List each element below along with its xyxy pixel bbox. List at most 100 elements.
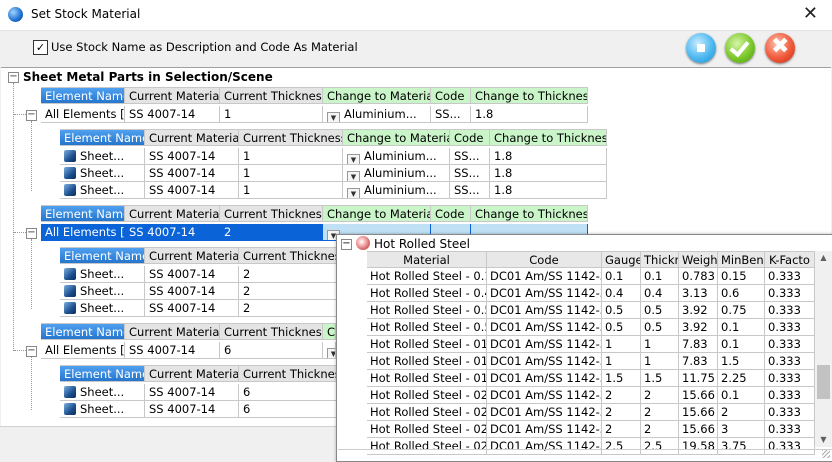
row-min-bend: 0.6: [718, 285, 765, 302]
group-collapse-toggle[interactable]: −: [26, 110, 37, 121]
material-row[interactable]: Hot Rolled Steel - 02 DC01 Am/SS 1142-32 2…: [367, 404, 815, 421]
col-change-to-thickness[interactable]: Change to Thickness: [471, 205, 588, 222]
col-thickness[interactable]: Thickr: [641, 251, 679, 268]
col-current-material[interactable]: Current Material: [145, 247, 239, 264]
child-change-thickness-input[interactable]: 1.8: [490, 165, 607, 182]
material-dropdown-popup[interactable]: − Hot Rolled Steel Material Code Gauge T…: [336, 234, 832, 462]
col-change-to-material[interactable]: Change to Material: [343, 129, 450, 146]
col-change-to-material[interactable]: Change to Material: [323, 205, 431, 222]
reset-button[interactable]: [686, 33, 716, 63]
child-header-row: Element Name Current Material Current Th…: [60, 365, 343, 382]
col-element-name[interactable]: Element Name: [41, 205, 125, 222]
row-k-factor: 0.333: [765, 268, 815, 285]
child-row[interactable]: Sheet... SS 4007-14 1 ▼ Aluminium... SS..…: [60, 165, 607, 182]
row-gauge: 1: [602, 336, 641, 353]
col-k-factor[interactable]: K-Facto: [765, 251, 815, 268]
col-change-to-thickness[interactable]: Change to Thickness: [471, 87, 588, 104]
window-close-button[interactable]: ✕: [803, 3, 818, 24]
col-code[interactable]: Code: [431, 87, 471, 104]
col-current-thickness[interactable]: Current Thickness: [220, 205, 323, 222]
col-current-material[interactable]: Current Material: [125, 323, 220, 340]
group-name: All Elements [3]: [41, 106, 125, 123]
scroll-thumb[interactable]: [817, 365, 830, 399]
material-row[interactable]: Hot Rolled Steel - 02 DC01 Am/SS 1142-32 2…: [367, 387, 815, 404]
col-current-thickness[interactable]: Current Thickness: [239, 129, 343, 146]
group-row[interactable]: All Elements [3] SS 4007-14 1 ▼Aluminium…: [41, 106, 588, 123]
material-row[interactable]: Hot Rolled Steel - 01.5 DC01 Am/SS 1142-3…: [367, 370, 815, 387]
col-current-thickness[interactable]: Current Thickness: [239, 247, 343, 264]
material-row[interactable]: Hot Rolled Steel - 01 DC01 Am/SS 1142-32 1…: [367, 353, 815, 370]
col-current-material[interactable]: Current Material: [125, 205, 220, 222]
material-row[interactable]: Hot Rolled Steel - 02 DC01 Am/SS 1142-32 2…: [367, 421, 815, 438]
group-collapse-toggle[interactable]: −: [26, 346, 37, 357]
chevron-down-icon[interactable]: ▼: [347, 171, 360, 181]
col-material[interactable]: Material: [367, 251, 487, 268]
col-code[interactable]: Code: [450, 129, 490, 146]
group-change-thickness-input[interactable]: 1.8: [471, 106, 588, 123]
child-material: SS 4007-14: [145, 148, 239, 165]
col-gauge[interactable]: Gauge: [602, 251, 641, 268]
tree-root-label: Sheet Metal Parts in Selection/Scene: [23, 70, 273, 84]
scroll-up-icon[interactable]: ▲: [815, 251, 832, 265]
chevron-down-icon[interactable]: ▼: [327, 348, 335, 358]
root-collapse-toggle[interactable]: −: [8, 72, 19, 83]
col-current-thickness[interactable]: Current Thickness: [239, 365, 343, 382]
scroll-down-icon[interactable]: ▼: [815, 433, 832, 447]
resize-grip-icon[interactable]: [822, 450, 830, 458]
chevron-down-icon[interactable]: ▼: [327, 112, 340, 122]
use-stock-name-checkbox[interactable]: ✓: [33, 40, 48, 55]
child-row[interactable]: Sheet... SS 4007-14 6: [60, 384, 343, 401]
col-element-name[interactable]: Element Name: [41, 323, 125, 340]
ok-button[interactable]: [725, 33, 755, 63]
child-row[interactable]: Sheet... SS 4007-14 2: [60, 300, 343, 317]
child-row[interactable]: Sheet... SS 4007-14 2: [60, 266, 343, 283]
popup-collapse-toggle[interactable]: −: [341, 239, 352, 250]
child-change-material-select[interactable]: ▼ Aluminium...: [343, 182, 450, 199]
row-code: DC01 Am/SS 1142-32: [487, 404, 602, 421]
col-current-thickness[interactable]: Current Thickness: [220, 323, 323, 340]
col-change-to-material-partial[interactable]: C: [323, 323, 336, 340]
material-table-body: Hot Rolled Steel - 0.1 DC01 Am/SS 1142-32…: [367, 268, 815, 455]
material-row[interactable]: Hot Rolled Steel - 0.5 DC01 Am/SS 1142-32…: [367, 302, 815, 319]
child-row[interactable]: Sheet... SS 4007-14 2: [60, 283, 343, 300]
cancel-button[interactable]: ✖: [765, 33, 795, 63]
col-element-name[interactable]: Element Name: [60, 247, 145, 264]
child-header-row: Element Name Current Material Current Th…: [60, 129, 607, 146]
group-change-material-select[interactable]: ▼: [323, 342, 336, 359]
group-collapse-toggle[interactable]: −: [26, 228, 37, 239]
material-row[interactable]: Hot Rolled Steel - 01 DC01 Am/SS 1142-32 1…: [367, 336, 815, 353]
material-row[interactable]: Hot Rolled Steel - 0.5 DC01 Am/SS 1142-32…: [367, 319, 815, 336]
child-row[interactable]: Sheet... SS 4007-14 1 ▼ Aluminium... SS..…: [60, 148, 607, 165]
col-element-name[interactable]: Element Name: [60, 365, 145, 382]
col-weight[interactable]: Weight: [679, 251, 718, 268]
group-row[interactable]: All Elements [2] SS 4007-14 6 ▼: [41, 342, 336, 359]
col-current-material[interactable]: Current Material: [125, 87, 220, 104]
material-row[interactable]: Hot Rolled Steel - 0.1 DC01 Am/SS 1142-32…: [367, 268, 815, 285]
col-change-to-thickness[interactable]: Change to Thickness: [490, 129, 607, 146]
child-row[interactable]: Sheet... SS 4007-14 1 ▼ Aluminium... SS..…: [60, 182, 607, 199]
col-change-to-material[interactable]: Change to Material: [323, 87, 431, 104]
col-element-name[interactable]: Element Name: [41, 87, 125, 104]
child-name: Sheet...: [60, 300, 145, 317]
popup-vertical-scrollbar[interactable]: ▲ ▼: [815, 251, 832, 447]
child-change-thickness-input[interactable]: 1.8: [490, 148, 607, 165]
col-code[interactable]: Code: [431, 205, 471, 222]
child-material: SS 4007-14: [145, 165, 239, 182]
child-row[interactable]: Sheet... SS 4007-14 6: [60, 401, 343, 418]
col-current-thickness[interactable]: Current Thickness: [220, 87, 323, 104]
child-change-thickness-input[interactable]: 1.8: [490, 182, 607, 199]
col-current-material[interactable]: Current Material: [145, 365, 239, 382]
col-code[interactable]: Code: [487, 251, 602, 268]
col-element-name[interactable]: Element Name: [60, 129, 145, 146]
material-row[interactable]: Hot Rolled Steel - 0.4 DC01 Am/SS 1142-32…: [367, 285, 815, 302]
child-change-material-select[interactable]: ▼ Aluminium...: [343, 165, 450, 182]
chevron-down-icon[interactable]: ▼: [347, 188, 360, 198]
row-min-bend: 0.15: [718, 268, 765, 285]
col-current-material[interactable]: Current Material: [145, 129, 239, 146]
row-weight: 7.83: [679, 353, 718, 370]
child-change-material-select[interactable]: ▼ Aluminium...: [343, 148, 450, 165]
row-thickness: 1: [641, 353, 679, 370]
group-change-material-select[interactable]: ▼ Aluminium...: [323, 106, 431, 123]
col-min-bend[interactable]: MinBenc: [718, 251, 765, 268]
chevron-down-icon[interactable]: ▼: [347, 154, 360, 164]
